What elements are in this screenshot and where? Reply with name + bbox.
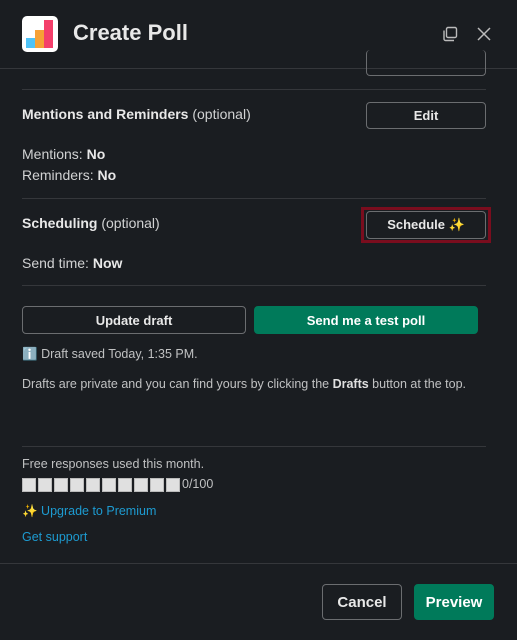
send-time: Send time: Now [22,255,123,271]
divider [22,446,486,447]
preview-button[interactable]: Preview [414,584,494,620]
divider [22,198,486,199]
cancel-button[interactable]: Cancel [322,584,402,620]
send-test-poll-button[interactable]: Send me a test poll [254,306,478,334]
expand-icon[interactable] [442,26,458,42]
usage-box-empty [38,477,52,492]
usage-boxes [22,477,182,492]
edit-mentions-button[interactable]: Edit [366,102,486,129]
reminders-status: Reminders: No [22,167,117,183]
close-icon[interactable] [476,26,492,42]
mentions-heading: Mentions and Reminders (optional) [22,106,251,122]
info-icon: ℹ️ [22,347,38,361]
usage-box-empty [22,477,36,492]
usage-box-empty [102,477,116,492]
usage-meter: 0/100 [22,477,213,492]
usage-box-empty [70,477,84,492]
drafts-note: Drafts are private and you can find your… [22,377,466,391]
mentions-status: Mentions: No [22,146,106,162]
dialog-title: Create Poll [73,20,188,45]
usage-box-empty [150,477,164,492]
usage-box-empty [54,477,68,492]
usage-label: Free responses used this month. [22,457,205,471]
usage-box-empty [134,477,148,492]
previous-section-button[interactable] [366,50,486,76]
divider [22,89,486,90]
usage-box-empty [166,477,180,492]
support-link[interactable]: Get support [22,530,87,544]
draft-saved-status: ℹ️ Draft saved Today, 1:35 PM. [22,347,198,361]
usage-box-empty [118,477,132,492]
usage-box-empty [86,477,100,492]
schedule-button[interactable]: Schedule ✨ [366,211,486,239]
update-draft-button[interactable]: Update draft [22,306,246,334]
footer-divider [0,563,517,564]
app-logo [22,16,58,52]
scheduling-heading: Scheduling (optional) [22,215,160,231]
upgrade-link[interactable]: ✨ Upgrade to Premium [22,504,156,519]
divider [22,285,486,286]
